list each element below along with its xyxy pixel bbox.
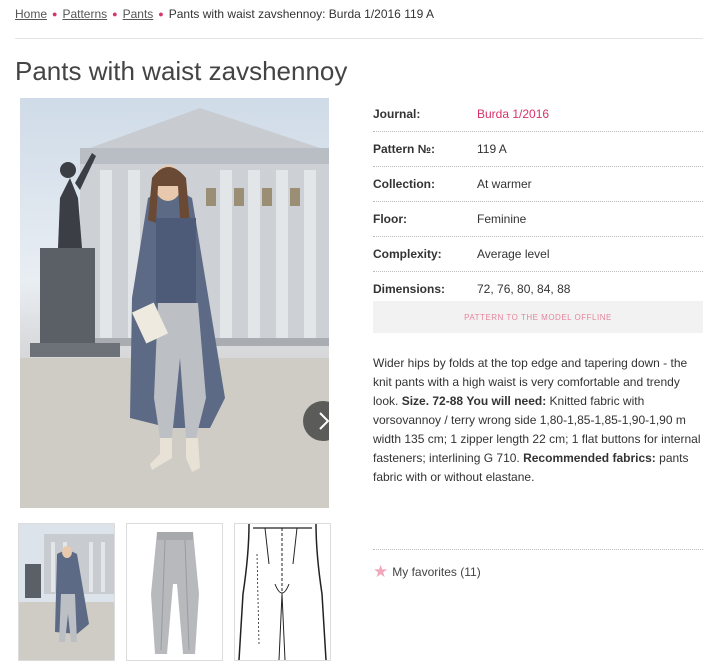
detail-value: 72, 76, 80, 84, 88 <box>477 282 571 296</box>
journal-link[interactable]: Burda 1/2016 <box>477 107 549 121</box>
thumbnail-drawing-image <box>235 524 330 660</box>
detail-row-pattern-number: Pattern №: 119 A <box>373 132 703 167</box>
detail-value: Feminine <box>477 212 527 226</box>
star-icon: ★ <box>373 562 389 581</box>
thumbnail-pants-product[interactable] <box>126 523 223 661</box>
detail-label: Dimensions: <box>373 282 446 296</box>
detail-row-collection: Collection: At warmer <box>373 167 703 202</box>
breadcrumb-separator: ● <box>112 9 118 19</box>
next-image-button[interactable] <box>303 401 329 441</box>
breadcrumb-current: Pants with waist zavshennoy: Burda 1/201… <box>168 7 434 21</box>
detail-value: Average level <box>477 247 550 261</box>
breadcrumb-separator: ● <box>158 9 164 19</box>
detail-row-complexity: Complexity: Average level <box>373 237 703 272</box>
favorites-button[interactable]: ★ My favorites (11) <box>373 561 481 581</box>
chevron-right-icon <box>319 412 329 430</box>
favorites-label: My favorites (11) <box>392 565 481 579</box>
detail-value: 119 A <box>477 142 507 156</box>
description-fabrics-label: Recommended fabrics: <box>523 451 656 465</box>
breadcrumb-divider <box>15 38 703 39</box>
detail-row-floor: Floor: Feminine <box>373 202 703 237</box>
detail-label: Collection: <box>373 177 435 191</box>
breadcrumb-separator: ● <box>52 9 58 19</box>
pattern-description: Wider hips by folds at the top edge and … <box>373 354 707 487</box>
photo-illustration <box>20 108 329 508</box>
pattern-details: Journal: Burda 1/2016 Pattern №: 119 A C… <box>373 97 703 307</box>
thumbnail-pants-image <box>127 524 222 660</box>
page-title: Pants with waist zavshennoy <box>15 56 348 86</box>
detail-label: Journal: <box>373 107 421 121</box>
detail-row-journal: Journal: Burda 1/2016 <box>373 97 703 132</box>
breadcrumb-pants[interactable]: Pants <box>123 7 154 21</box>
detail-label: Complexity: <box>373 247 442 261</box>
detail-label: Floor: <box>373 212 407 226</box>
thumbnail-photo-image <box>19 524 114 660</box>
description-size: Size. 72-88 <box>401 394 464 408</box>
breadcrumb-home[interactable]: Home <box>15 7 47 21</box>
detail-value: At warmer <box>477 177 532 191</box>
thumbnail-photo[interactable] <box>18 523 115 661</box>
main-photo[interactable] <box>20 98 329 508</box>
pattern-offline-button[interactable]: PATTERN TO THE MODEL OFFLINE <box>373 301 703 333</box>
detail-label: Pattern №: <box>373 142 436 156</box>
thumbnail-technical-drawing[interactable] <box>234 523 331 661</box>
breadcrumb-patterns[interactable]: Patterns <box>62 7 107 21</box>
description-need-label: You will need: <box>466 394 547 408</box>
favorites-divider <box>373 549 703 550</box>
breadcrumb: Home ● Patterns ● Pants ● Pants with waist zav… <box>15 7 434 21</box>
